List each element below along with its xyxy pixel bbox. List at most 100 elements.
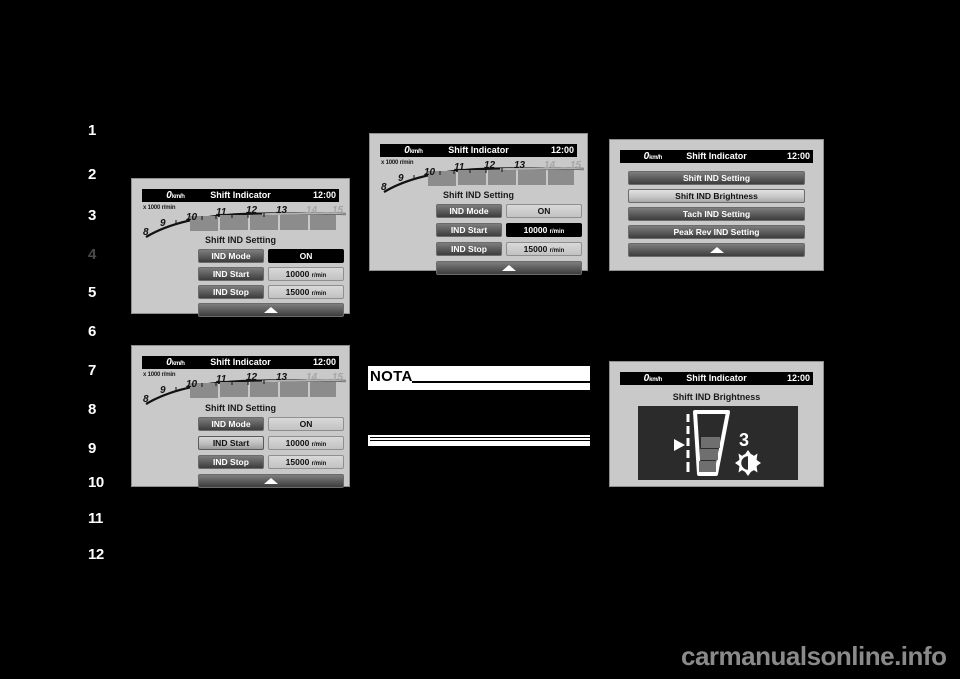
return-button[interactable] — [198, 303, 344, 317]
ind-mode-value[interactable]: ON — [506, 204, 582, 218]
meter-header-bar: 0km/h Shift Indicator 12:00 — [380, 144, 577, 157]
meter-screen-shift-ind-setting-mode-selected: 0km/h Shift Indicator 12:00 x 1000 r/min… — [131, 345, 350, 488]
tach-tick-13: 13 — [276, 205, 288, 216]
screen-title: Shift Indicator — [210, 190, 271, 200]
ind-stop-value[interactable]: 15000 r/min — [268, 455, 344, 469]
section-title: Shift IND Setting — [205, 235, 276, 245]
up-triangle-icon — [709, 247, 724, 253]
tach-tick-14: 14 — [306, 372, 318, 383]
ind-stop-button[interactable]: IND Stop — [198, 285, 264, 299]
tach-tick-13: 13 — [276, 372, 288, 383]
ind-start-button[interactable]: IND Start — [198, 436, 264, 450]
sidebar-item-9[interactable]: 9 — [88, 440, 122, 457]
return-button[interactable] — [436, 261, 582, 275]
meter-screen-shift-ind-brightness: 0km/h Shift Indicator 12:00 Shift IND Br… — [609, 361, 824, 487]
sidebar-item-10[interactable]: 10 — [88, 474, 122, 491]
nota-footer-rule-bottom — [370, 440, 590, 441]
tachometer-arc: x 1000 r/min 8 9 10 11 12 13 14 15 — [380, 159, 585, 193]
menu-item-shift-ind-brightness[interactable]: Shift IND Brightness — [628, 189, 805, 203]
screen-title: Shift Indicator — [210, 357, 271, 367]
tach-unit-label: x 1000 r/min — [143, 205, 176, 211]
ind-mode-value[interactable]: ON — [268, 249, 344, 263]
clock: 12:00 — [786, 373, 810, 383]
ind-mode-button[interactable]: IND Mode — [436, 204, 502, 218]
sidebar-item-8[interactable]: 8 — [88, 401, 122, 418]
sidebar-item-1[interactable]: 1 — [88, 122, 122, 139]
tach-tick-15: 15 — [332, 205, 344, 216]
sidebar-item-5[interactable]: 5 — [88, 284, 122, 301]
menu-item-peak-rev-ind-setting[interactable]: Peak Rev IND Setting — [628, 225, 805, 239]
meter-screen-shift-indicator-menu: 0km/h Shift Indicator 12:00 Shift IND Se… — [609, 139, 824, 271]
nota-callout: NOTA — [368, 366, 590, 446]
up-triangle-icon — [502, 265, 516, 271]
menu-item-shift-ind-setting[interactable]: Shift IND Setting — [628, 171, 805, 185]
clock: 12:00 — [312, 190, 336, 200]
tach-tick-15: 15 — [570, 160, 582, 171]
sidebar-item-3[interactable]: 3 — [88, 207, 122, 224]
panel-inner: 0km/h Shift Indicator 12:00 Shift IND Br… — [614, 366, 819, 482]
brightness-gauge-area[interactable]: 3 — [638, 406, 798, 480]
site-watermark: carmanualsonline.info — [681, 641, 947, 671]
ind-stop-value[interactable]: 15000 r/min — [506, 242, 582, 256]
screen-title: Shift Indicator — [686, 151, 747, 161]
tach-tick-13: 13 — [514, 160, 526, 171]
tach-tick-14: 14 — [306, 205, 318, 216]
ind-start-button[interactable]: IND Start — [436, 223, 502, 237]
ind-start-button[interactable]: IND Start — [198, 267, 264, 281]
ind-mode-value[interactable]: ON — [268, 417, 344, 431]
nota-footer-rule-top — [370, 437, 590, 438]
tach-tick-9: 9 — [160, 218, 166, 229]
tach-tick-9: 9 — [398, 173, 404, 184]
menu-item-tach-ind-setting[interactable]: Tach IND Setting — [628, 207, 805, 221]
redaction-overlay — [368, 390, 590, 435]
meter-header-bar: 0km/h Shift Indicator 12:00 — [620, 372, 813, 385]
brightness-title: Shift IND Brightness — [672, 392, 761, 402]
tach-tick-11: 11 — [454, 162, 465, 173]
brightness-gauge-graphic: 3 — [674, 410, 761, 476]
up-triangle-icon — [264, 478, 278, 484]
section-title: Shift IND Setting — [205, 403, 276, 413]
meter-header-bar: 0km/h Shift Indicator 12:00 — [142, 189, 339, 202]
ind-start-value[interactable]: 10000 r/min — [268, 267, 344, 281]
tachometer-arc: x 1000 r/min 8 9 10 11 12 13 14 15 — [142, 204, 347, 238]
ind-stop-button[interactable]: IND Stop — [198, 455, 264, 469]
meter-header-bar: 0km/h Shift Indicator 12:00 — [620, 150, 813, 163]
panel-inner: 0km/h Shift Indicator 12:00 Shift IND Se… — [614, 144, 819, 266]
ind-stop-button[interactable]: IND Stop — [436, 242, 502, 256]
svg-text:3: 3 — [739, 430, 749, 450]
sidebar-item-4[interactable]: 4 — [88, 246, 122, 263]
ind-mode-button[interactable]: IND Mode — [198, 417, 264, 431]
tach-tick-12: 12 — [246, 205, 258, 216]
sidebar-item-6[interactable]: 6 — [88, 323, 122, 340]
screen-title: Shift Indicator — [448, 145, 509, 155]
nota-heading-rule — [412, 381, 590, 383]
return-button[interactable] — [628, 243, 805, 257]
tach-tick-15: 15 — [332, 372, 344, 383]
meter-header-bar: 0km/h Shift Indicator 12:00 — [142, 356, 339, 369]
meter-screen-shift-ind-setting-overview: 0km/h Shift Indicator 12:00 x 1000 r/min… — [131, 178, 350, 317]
panel-inner: 0km/h Shift Indicator 12:00 x 1000 r/min… — [136, 183, 347, 317]
return-button[interactable] — [198, 474, 344, 488]
tach-tick-9: 9 — [160, 385, 166, 396]
panel-inner: 0km/h Shift Indicator 12:00 x 1000 r/min… — [374, 138, 585, 275]
up-triangle-icon — [264, 307, 278, 313]
tachometer-arc: x 1000 r/min 8 9 10 11 12 13 14 15 — [142, 371, 347, 405]
ind-start-value[interactable]: 10000 r/min — [506, 223, 582, 237]
panel-inner: 0km/h Shift Indicator 12:00 x 1000 r/min… — [136, 350, 347, 488]
tach-tick-11: 11 — [216, 374, 227, 385]
tach-tick-12: 12 — [246, 372, 258, 383]
tach-tick-14: 14 — [544, 160, 556, 171]
meter-screen-shift-ind-setting-start-edit: 0km/h Shift Indicator 12:00 x 1000 r/min… — [369, 133, 588, 275]
tach-tick-11: 11 — [216, 207, 227, 218]
sidebar-item-12[interactable]: 12 — [88, 546, 122, 563]
ind-mode-button[interactable]: IND Mode — [198, 249, 264, 263]
tach-tick-12: 12 — [484, 160, 496, 171]
ind-stop-value[interactable]: 15000 r/min — [268, 285, 344, 299]
clock: 12:00 — [786, 151, 810, 161]
sidebar-item-2[interactable]: 2 — [88, 166, 122, 183]
sidebar-item-7[interactable]: 7 — [88, 362, 122, 379]
tach-tick-10: 10 — [424, 167, 436, 178]
sidebar-item-11[interactable]: 11 — [88, 510, 122, 527]
section-title: Shift IND Setting — [443, 190, 514, 200]
ind-start-value[interactable]: 10000 r/min — [268, 436, 344, 450]
